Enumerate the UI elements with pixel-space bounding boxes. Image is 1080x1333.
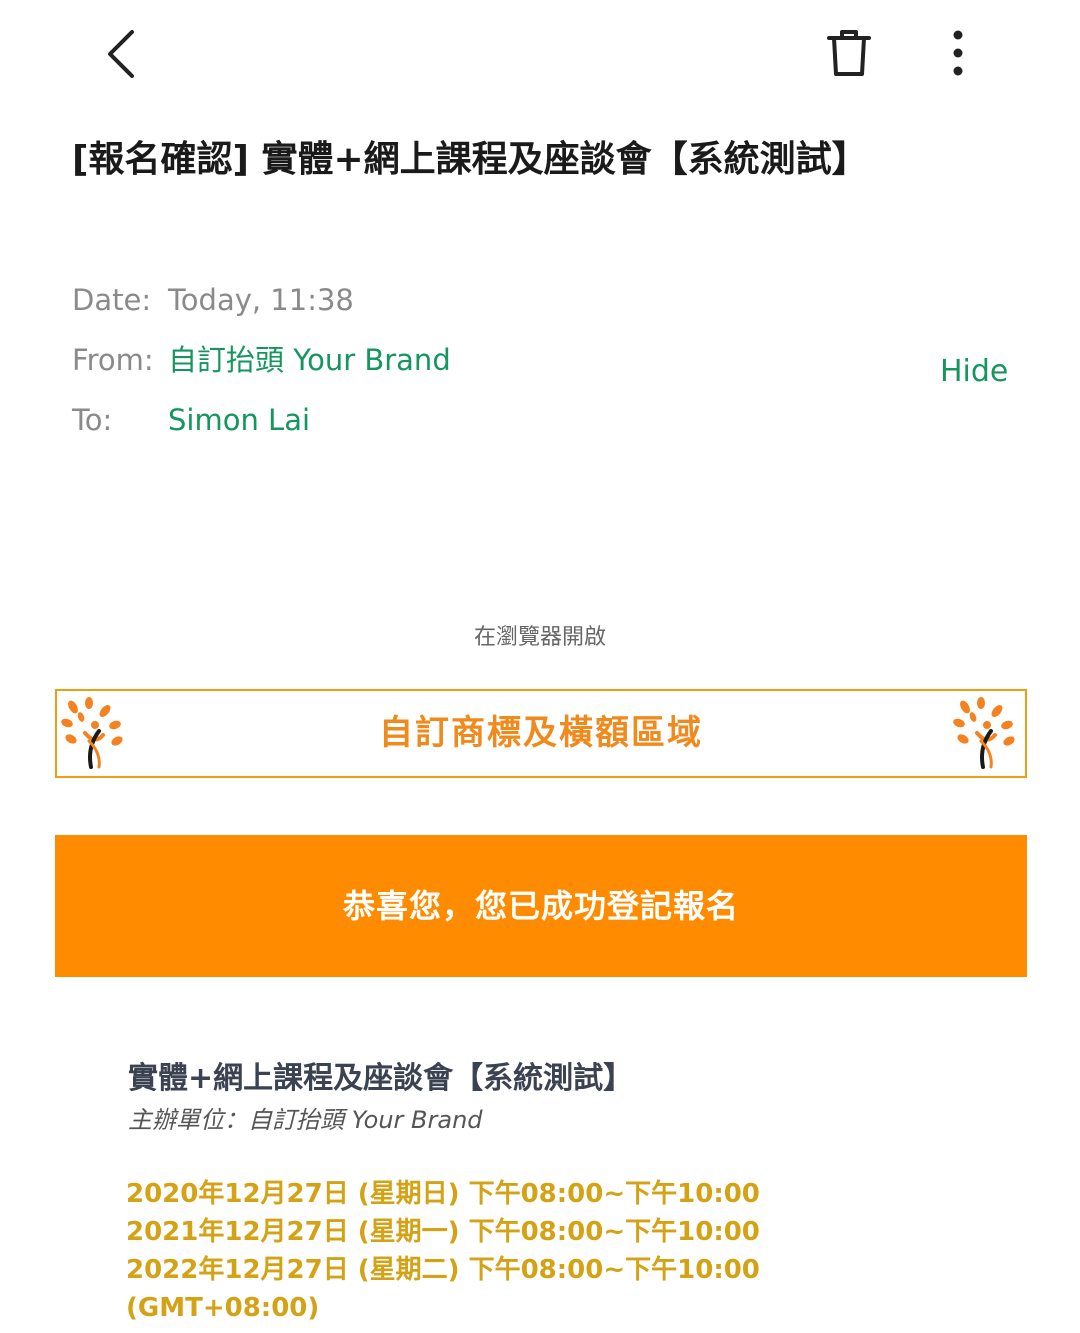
email-subject: [報名確認] 實體+網上課程及座談會【系統測試】 <box>72 139 868 180</box>
to-row: To: Simon Lai <box>72 398 310 442</box>
to-label: To: <box>72 403 113 437</box>
event-date-line: 2022年12月27日 (星期二) 下午08:00~下午10:00 <box>126 1255 760 1285</box>
hide-details-link[interactable]: Hide <box>940 350 1008 394</box>
from-row: From: 自訂抬頭 Your Brand <box>72 338 451 382</box>
from-label: From: <box>72 343 154 377</box>
event-dates: 2020年12月27日 (星期日) 下午08:00~下午10:00 2021年1… <box>126 1175 760 1327</box>
date-value: Today, 11:38 <box>168 283 354 317</box>
success-banner: 恭喜您，您已成功登記報名 <box>55 835 1027 977</box>
trash-icon <box>827 30 871 76</box>
chevron-left-icon <box>108 30 134 78</box>
date-label: Date: <box>72 283 152 317</box>
brand-banner: 自訂商標及橫額區域 <box>55 689 1027 778</box>
top-toolbar <box>0 0 1080 110</box>
event-timezone: (GMT+08:00) <box>126 1293 320 1323</box>
success-message: 恭喜您，您已成功登記報名 <box>342 887 739 925</box>
event-date-line: 2020年12月27日 (星期日) 下午08:00~下午10:00 <box>126 1179 760 1209</box>
from-sender[interactable]: 自訂抬頭 Your Brand <box>168 343 451 377</box>
brand-logo-icon <box>953 697 1015 769</box>
date-row: Date: Today, 11:38 <box>72 278 354 322</box>
more-vertical-icon <box>953 30 963 76</box>
event-date-line: 2021年12月27日 (星期一) 下午08:00~下午10:00 <box>126 1217 760 1247</box>
event-organizer: 主辦單位：自訂抬頭 Your Brand <box>128 1106 483 1134</box>
more-options-button[interactable] <box>930 22 986 84</box>
event-title: 實體+網上課程及座談會【系統測試】 <box>128 1061 634 1096</box>
to-recipient[interactable]: Simon Lai <box>168 403 310 437</box>
open-in-browser-link[interactable]: 在瀏覽器開啟 <box>0 620 1080 656</box>
delete-button[interactable] <box>818 22 880 84</box>
email-view: [報名確認] 實體+網上課程及座談會【系統測試】 Date: Today, 11:… <box>0 0 1080 1333</box>
back-button[interactable] <box>92 22 152 86</box>
banner-text: 自訂商標及橫額區域 <box>379 713 703 753</box>
